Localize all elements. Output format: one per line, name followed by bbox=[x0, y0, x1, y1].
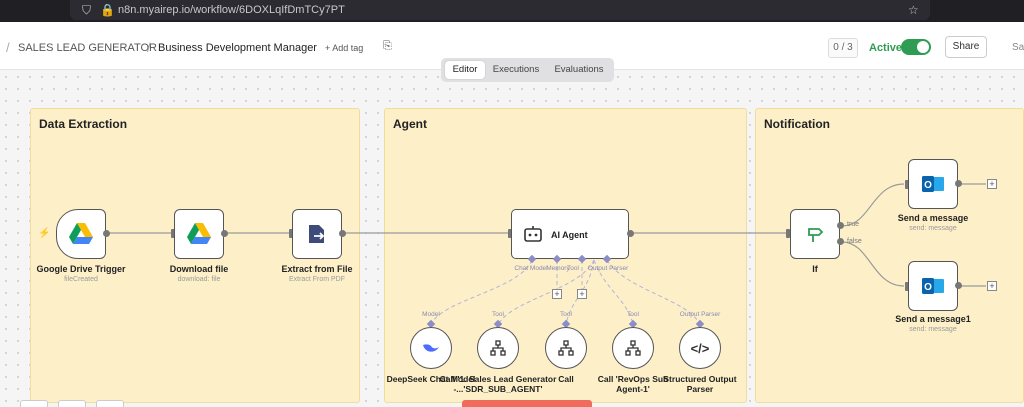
download-label: Download file bbox=[169, 264, 229, 274]
true-output-port[interactable] bbox=[837, 222, 844, 229]
send-message1-label: Send a message1 bbox=[895, 314, 971, 324]
output-parser-port-label: Output Parser bbox=[587, 265, 629, 272]
trigger-label: Google Drive Trigger bbox=[36, 264, 126, 274]
workflow-tool-icon bbox=[625, 340, 641, 356]
ai-agent-node[interactable]: AI Agent bbox=[511, 209, 629, 259]
if-signpost-icon bbox=[808, 228, 824, 242]
output-port[interactable] bbox=[103, 230, 110, 237]
extract-file-icon bbox=[309, 225, 325, 243]
output-port[interactable] bbox=[627, 230, 634, 237]
subnode-type: Model bbox=[422, 311, 440, 318]
workflow-tool-icon bbox=[490, 340, 506, 356]
output-port[interactable] bbox=[955, 282, 962, 289]
if-node[interactable] bbox=[790, 209, 840, 259]
robot-icon bbox=[524, 226, 542, 242]
google-drive-icon bbox=[69, 223, 93, 244]
output-port[interactable] bbox=[955, 180, 962, 187]
download-sub: download: file bbox=[177, 276, 221, 283]
ai-agent-label: AI Agent bbox=[551, 230, 588, 240]
code-icon: </> bbox=[690, 340, 710, 356]
false-label: false bbox=[847, 238, 862, 245]
output-parser-label: Structured Output Parser bbox=[663, 374, 737, 394]
true-label: true bbox=[847, 221, 860, 228]
trigger-bolt-icon: ⚡ bbox=[38, 228, 51, 239]
extract-label: Extract from File bbox=[281, 264, 353, 274]
send-message-node[interactable]: O bbox=[908, 159, 958, 209]
call-tool-node[interactable] bbox=[545, 327, 587, 369]
svg-text:O: O bbox=[924, 180, 932, 191]
zoom-to-fit-button[interactable] bbox=[20, 400, 48, 407]
trigger-input bbox=[51, 229, 55, 238]
add-node-button[interactable]: + bbox=[987, 179, 997, 189]
send-message-label: Send a message bbox=[897, 213, 969, 223]
svg-text:O: O bbox=[924, 282, 932, 293]
download-file-node[interactable] bbox=[174, 209, 224, 259]
google-drive-trigger-node[interactable] bbox=[56, 209, 106, 259]
deepseek-model-node[interactable] bbox=[410, 327, 452, 369]
workflow-tool-icon bbox=[558, 340, 574, 356]
zoom-out-button[interactable] bbox=[96, 400, 124, 407]
send-message-sub: send: message bbox=[909, 225, 957, 232]
extract-sub: Extract From PDF bbox=[288, 276, 345, 283]
outlook-icon: O bbox=[922, 278, 944, 294]
subnode-type: Tool bbox=[560, 311, 572, 318]
sales-lead-tool-node[interactable] bbox=[477, 327, 519, 369]
send-message1-sub: send: message bbox=[909, 326, 957, 333]
add-node-button[interactable]: + bbox=[987, 281, 997, 291]
trigger-sub: fileCreated bbox=[64, 276, 98, 283]
zoom-in-button[interactable] bbox=[58, 400, 86, 407]
subnode-type: Tool bbox=[492, 311, 504, 318]
google-drive-icon bbox=[187, 223, 211, 244]
outlook-icon: O bbox=[922, 176, 944, 192]
output-port[interactable] bbox=[339, 230, 346, 237]
output-parser-node[interactable]: </> bbox=[679, 327, 721, 369]
send-message1-node[interactable]: O bbox=[908, 261, 958, 311]
execute-workflow-button[interactable] bbox=[462, 400, 592, 407]
subnode-type: Output Parser bbox=[679, 311, 721, 318]
subnode-type: Tool bbox=[627, 311, 639, 318]
add-memory-button[interactable]: + bbox=[552, 289, 562, 299]
false-output-port[interactable] bbox=[837, 238, 844, 245]
call-tool-label: Call bbox=[558, 374, 574, 384]
deepseek-whale-icon bbox=[423, 344, 439, 352]
output-port[interactable] bbox=[221, 230, 228, 237]
add-tool-button[interactable]: + bbox=[577, 289, 587, 299]
extract-from-file-node[interactable] bbox=[292, 209, 342, 259]
revops-tool-node[interactable] bbox=[612, 327, 654, 369]
if-label: If bbox=[812, 264, 818, 274]
